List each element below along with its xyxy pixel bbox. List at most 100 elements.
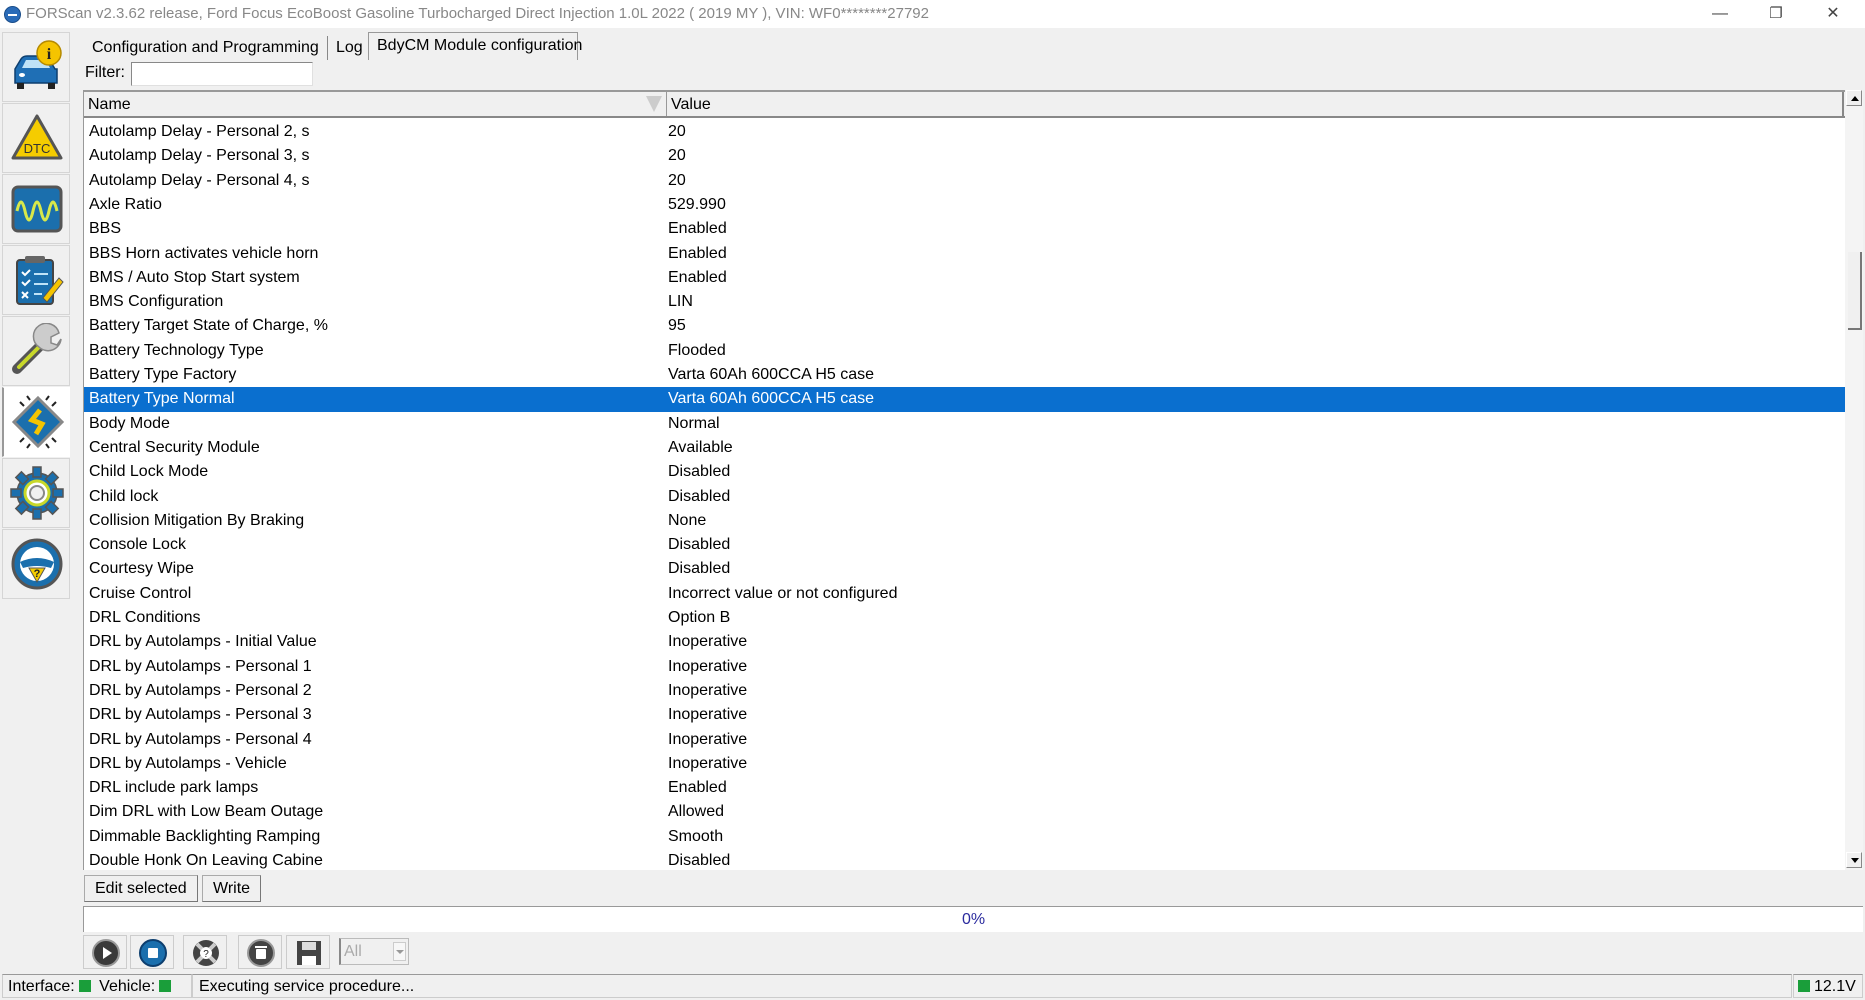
table-row[interactable]: Autolamp Delay - Personal 3, s 20 [84,144,1846,168]
table-row[interactable]: Autolamp Delay - Personal 2, s 20 [84,120,1846,144]
table-row[interactable]: DRL Conditions Option B [84,606,1846,630]
edit-selected-button[interactable]: Edit selected [84,875,198,902]
sidebar-item-tests[interactable] [2,245,70,315]
table-row[interactable]: Child Lock Mode Disabled [84,460,1846,484]
filter-select[interactable]: All [339,938,409,965]
row-name: Autolamp Delay - Personal 4, s [89,171,310,189]
row-value: Normal [668,414,720,432]
table-row[interactable]: DRL by Autolamps - Personal 4 Inoperative [84,728,1846,752]
play-icon [92,939,120,967]
row-name: Double Honk On Leaving Cabine [89,852,323,869]
row-name: Autolamp Delay - Personal 2, s [89,123,310,140]
sidebar-item-vehicle-info[interactable]: i [2,32,70,102]
run-button[interactable] [83,935,127,969]
row-name: Central Security Module [89,438,260,456]
table-row[interactable]: DRL by Autolamps - Personal 2 Inoperative [84,679,1846,703]
row-value: Inoperative [668,754,748,772]
row-value: Inoperative [668,681,748,699]
row-name: Axle Ratio [89,195,162,213]
row-name: Child lock [89,487,159,505]
progress-label: 0% [961,911,986,928]
table-row[interactable]: DRL by Autolamps - Personal 3 Inoperative [84,703,1846,727]
row-name: Courtesy Wipe [89,560,194,578]
scroll-down-button[interactable] [1846,852,1862,868]
table-row[interactable]: BBS Horn activates vehicle horn Enabled [84,242,1846,266]
stop-button[interactable] [130,935,174,969]
table-row[interactable]: Battery Type Normal Varta 60Ah 600CCA H5 … [84,387,1846,412]
row-value: Enabled [668,779,727,797]
row-value: Varta 60Ah 600CCA H5 case [668,390,875,408]
table-row[interactable]: BBS Enabled [84,217,1846,241]
floppy-icon [297,941,321,965]
row-value: 20 [668,171,686,189]
voltage-readout: 12.1V [1793,974,1863,998]
tab-bdycm-module-configuration[interactable]: BdyCM Module configuration [368,32,582,60]
table-row[interactable]: DRL by Autolamps - Vehicle Inoperative [84,752,1846,776]
row-value: Disabled [668,852,731,869]
row-value: Inoperative [668,633,748,651]
row-value: 20 [668,123,686,140]
restore-button[interactable]: ❐ [1753,0,1799,28]
row-name: Battery Technology Type [89,341,264,359]
sidebar-item-service[interactable] [2,316,70,386]
table-row[interactable]: Axle Ratio 529.990 [84,193,1846,217]
gear-icon [10,466,64,520]
row-value: Allowed [668,803,725,821]
table-row[interactable]: Collision Mitigation By Braking None [84,509,1846,533]
row-name: BMS Configuration [89,293,224,311]
tab-configuration-and-programming[interactable]: Configuration and Programming [84,36,328,60]
sidebar-item-dtc[interactable]: DTC [2,103,70,173]
help-button[interactable]: ? [183,935,227,969]
table-row[interactable]: Body Mode Normal [84,412,1846,436]
table-row[interactable]: Dim DRL with Low Beam Outage Allowed [84,800,1846,824]
table-row[interactable]: Courtesy Wipe Disabled [84,557,1846,581]
table-row[interactable]: Autolamp Delay - Personal 4, s 20 [84,169,1846,193]
arrow-up-icon [1851,96,1859,101]
row-name: Battery Type Normal [89,390,235,408]
column-header-value[interactable]: Value [667,92,1844,116]
table-row[interactable]: Battery Target State of Charge, % 95 [84,314,1846,338]
chevron-down-icon[interactable] [393,942,406,961]
row-value: 20 [668,147,686,165]
table-row[interactable]: BMS Configuration LIN [84,290,1846,314]
progress-bar: 0% [83,906,1863,932]
tab-log[interactable]: Log [328,36,368,60]
filter-input[interactable] [131,62,313,86]
sidebar-item-configuration[interactable] [2,387,70,457]
write-button[interactable]: Write [202,875,262,902]
table-row[interactable]: Double Honk On Leaving Cabine Disabled [84,849,1846,870]
table-row[interactable]: Central Security Module Available [84,436,1846,460]
row-value: None [668,511,707,529]
table-row[interactable]: BMS / Auto Stop Start system Enabled [84,266,1846,290]
scroll-up-button[interactable] [1846,90,1862,106]
row-value: Disabled [668,560,731,578]
sidebar-item-settings[interactable] [2,458,70,528]
column-header-name[interactable]: Name [84,92,667,116]
sidebar-item-help[interactable]: ? [2,529,70,599]
row-name: DRL by Autolamps - Personal 4 [89,730,312,748]
table-row[interactable]: Battery Technology Type Flooded [84,339,1846,363]
table-row[interactable]: Cruise Control Incorrect value or not con… [84,582,1846,606]
table-row[interactable]: DRL by Autolamps - Initial Value Inoperat… [84,630,1846,654]
table-row[interactable]: Console Lock Disabled [84,533,1846,557]
column-header-name-label: Name [88,96,131,113]
table-row[interactable]: DRL by Autolamps - Personal 1 Inoperative [84,655,1846,679]
sidebar-item-oscilloscope[interactable] [2,174,70,244]
close-button[interactable]: ✕ [1810,0,1856,28]
save-button[interactable] [286,935,330,969]
table-header: Name Value [84,90,1846,118]
row-value: Disabled [668,536,731,554]
row-value: Option B [668,609,731,626]
row-value: Incorrect value or not configured [668,584,898,602]
vertical-scrollbar[interactable] [1845,90,1863,870]
table-row[interactable]: Dimmable Backlighting Ramping Smooth [84,825,1846,849]
vehicle-label: Vehicle: [99,978,156,995]
minimize-button[interactable]: — [1697,0,1743,28]
row-value: Inoperative [668,706,748,724]
table-row[interactable]: Battery Type Factory Varta 60Ah 600CCA H5… [84,363,1846,387]
table-row[interactable]: Child lock Disabled [84,485,1846,509]
table-row[interactable]: DRL include park lamps Enabled [84,776,1846,800]
clear-button[interactable] [238,935,282,969]
scroll-thumb[interactable] [1848,252,1862,330]
row-name: Dim DRL with Low Beam Outage [89,803,324,821]
